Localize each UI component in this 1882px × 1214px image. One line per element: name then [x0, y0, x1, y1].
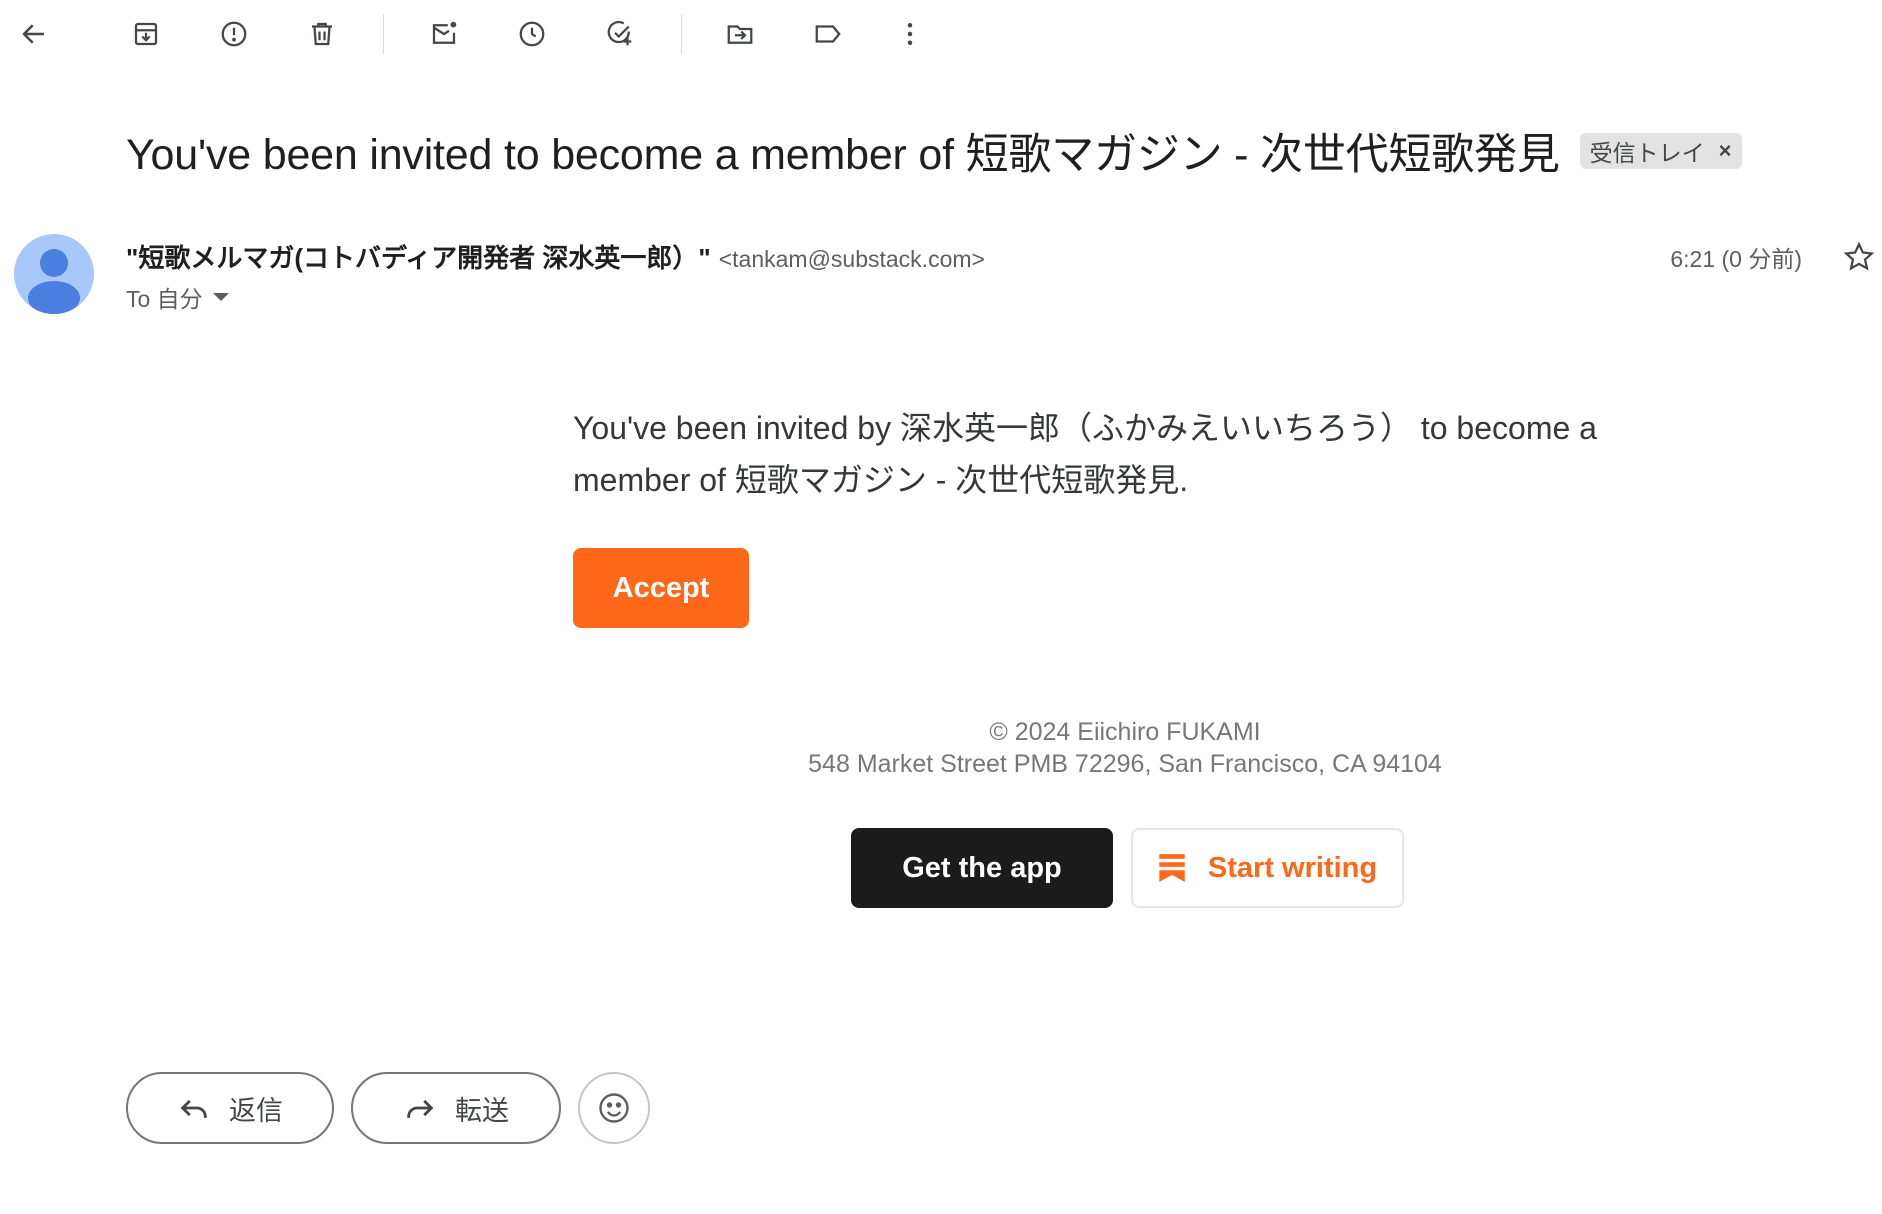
get-app-button[interactable]: Get the app: [851, 828, 1113, 908]
person-icon: [28, 249, 80, 314]
add-task-icon[interactable]: [598, 12, 642, 56]
accept-button[interactable]: Accept: [573, 548, 749, 628]
toolbar: [0, 0, 1882, 68]
sender-name[interactable]: "短歌メルマガ(コトバディア開発者 深水英一郎）": [126, 238, 711, 275]
start-writing-button[interactable]: Start writing: [1131, 828, 1404, 908]
email-timestamp: 6:21 (0 分前): [1670, 246, 1802, 272]
forward-icon: [407, 1099, 434, 1118]
smiley-icon: [599, 1093, 629, 1123]
snooze-icon[interactable]: [510, 12, 554, 56]
email-subject: You've been invited to become a member o…: [126, 131, 1560, 179]
recipients-text: To 自分: [126, 286, 203, 312]
delete-icon[interactable]: [300, 12, 344, 56]
archive-icon[interactable]: [124, 12, 168, 56]
sender-email: <tankam@substack.com>: [718, 246, 985, 272]
invite-message: You've been invited by 深水英一郎（ふかみえいいちろう） …: [573, 410, 1597, 498]
remove-label-icon[interactable]: ×: [1719, 138, 1732, 164]
forward-label: 転送: [455, 1095, 509, 1126]
toolbar-divider: [681, 14, 682, 54]
avatar[interactable]: [14, 234, 94, 314]
toolbar-divider: [383, 14, 384, 54]
inbox-label-chip[interactable]: 受信トレイ ×: [1579, 133, 1742, 169]
recipients-toggle[interactable]: To 自分: [126, 280, 229, 314]
chevron-down-icon: [212, 293, 229, 301]
start-writing-label: Start writing: [1207, 851, 1378, 884]
reply-icon: [180, 1099, 207, 1118]
label-icon[interactable]: [806, 12, 850, 56]
footer-address: 548 Market Street PMB 72296, San Francis…: [808, 750, 1442, 778]
subject-row: You've been invited to become a member o…: [126, 120, 1742, 182]
reply-button[interactable]: 返信: [126, 1072, 334, 1144]
back-arrow-icon[interactable]: [12, 12, 56, 56]
label-chip-text: 受信トレイ: [1589, 140, 1705, 166]
forward-button[interactable]: 転送: [351, 1072, 561, 1144]
move-to-icon[interactable]: [718, 12, 762, 56]
footer-copyright: © 2024 Eiichiro FUKAMI: [989, 718, 1261, 746]
emoji-reaction-button[interactable]: [578, 1072, 650, 1144]
mark-unread-icon[interactable]: [422, 12, 466, 56]
star-icon[interactable]: [1842, 240, 1876, 274]
more-vert-icon[interactable]: [888, 12, 932, 56]
report-spam-icon[interactable]: [212, 12, 256, 56]
sender-line: "短歌メルマガ(コトバディア開発者 深水英一郎）" <tankam@substa…: [126, 238, 985, 275]
substack-icon: [1159, 854, 1185, 882]
reply-label: 返信: [229, 1095, 283, 1126]
